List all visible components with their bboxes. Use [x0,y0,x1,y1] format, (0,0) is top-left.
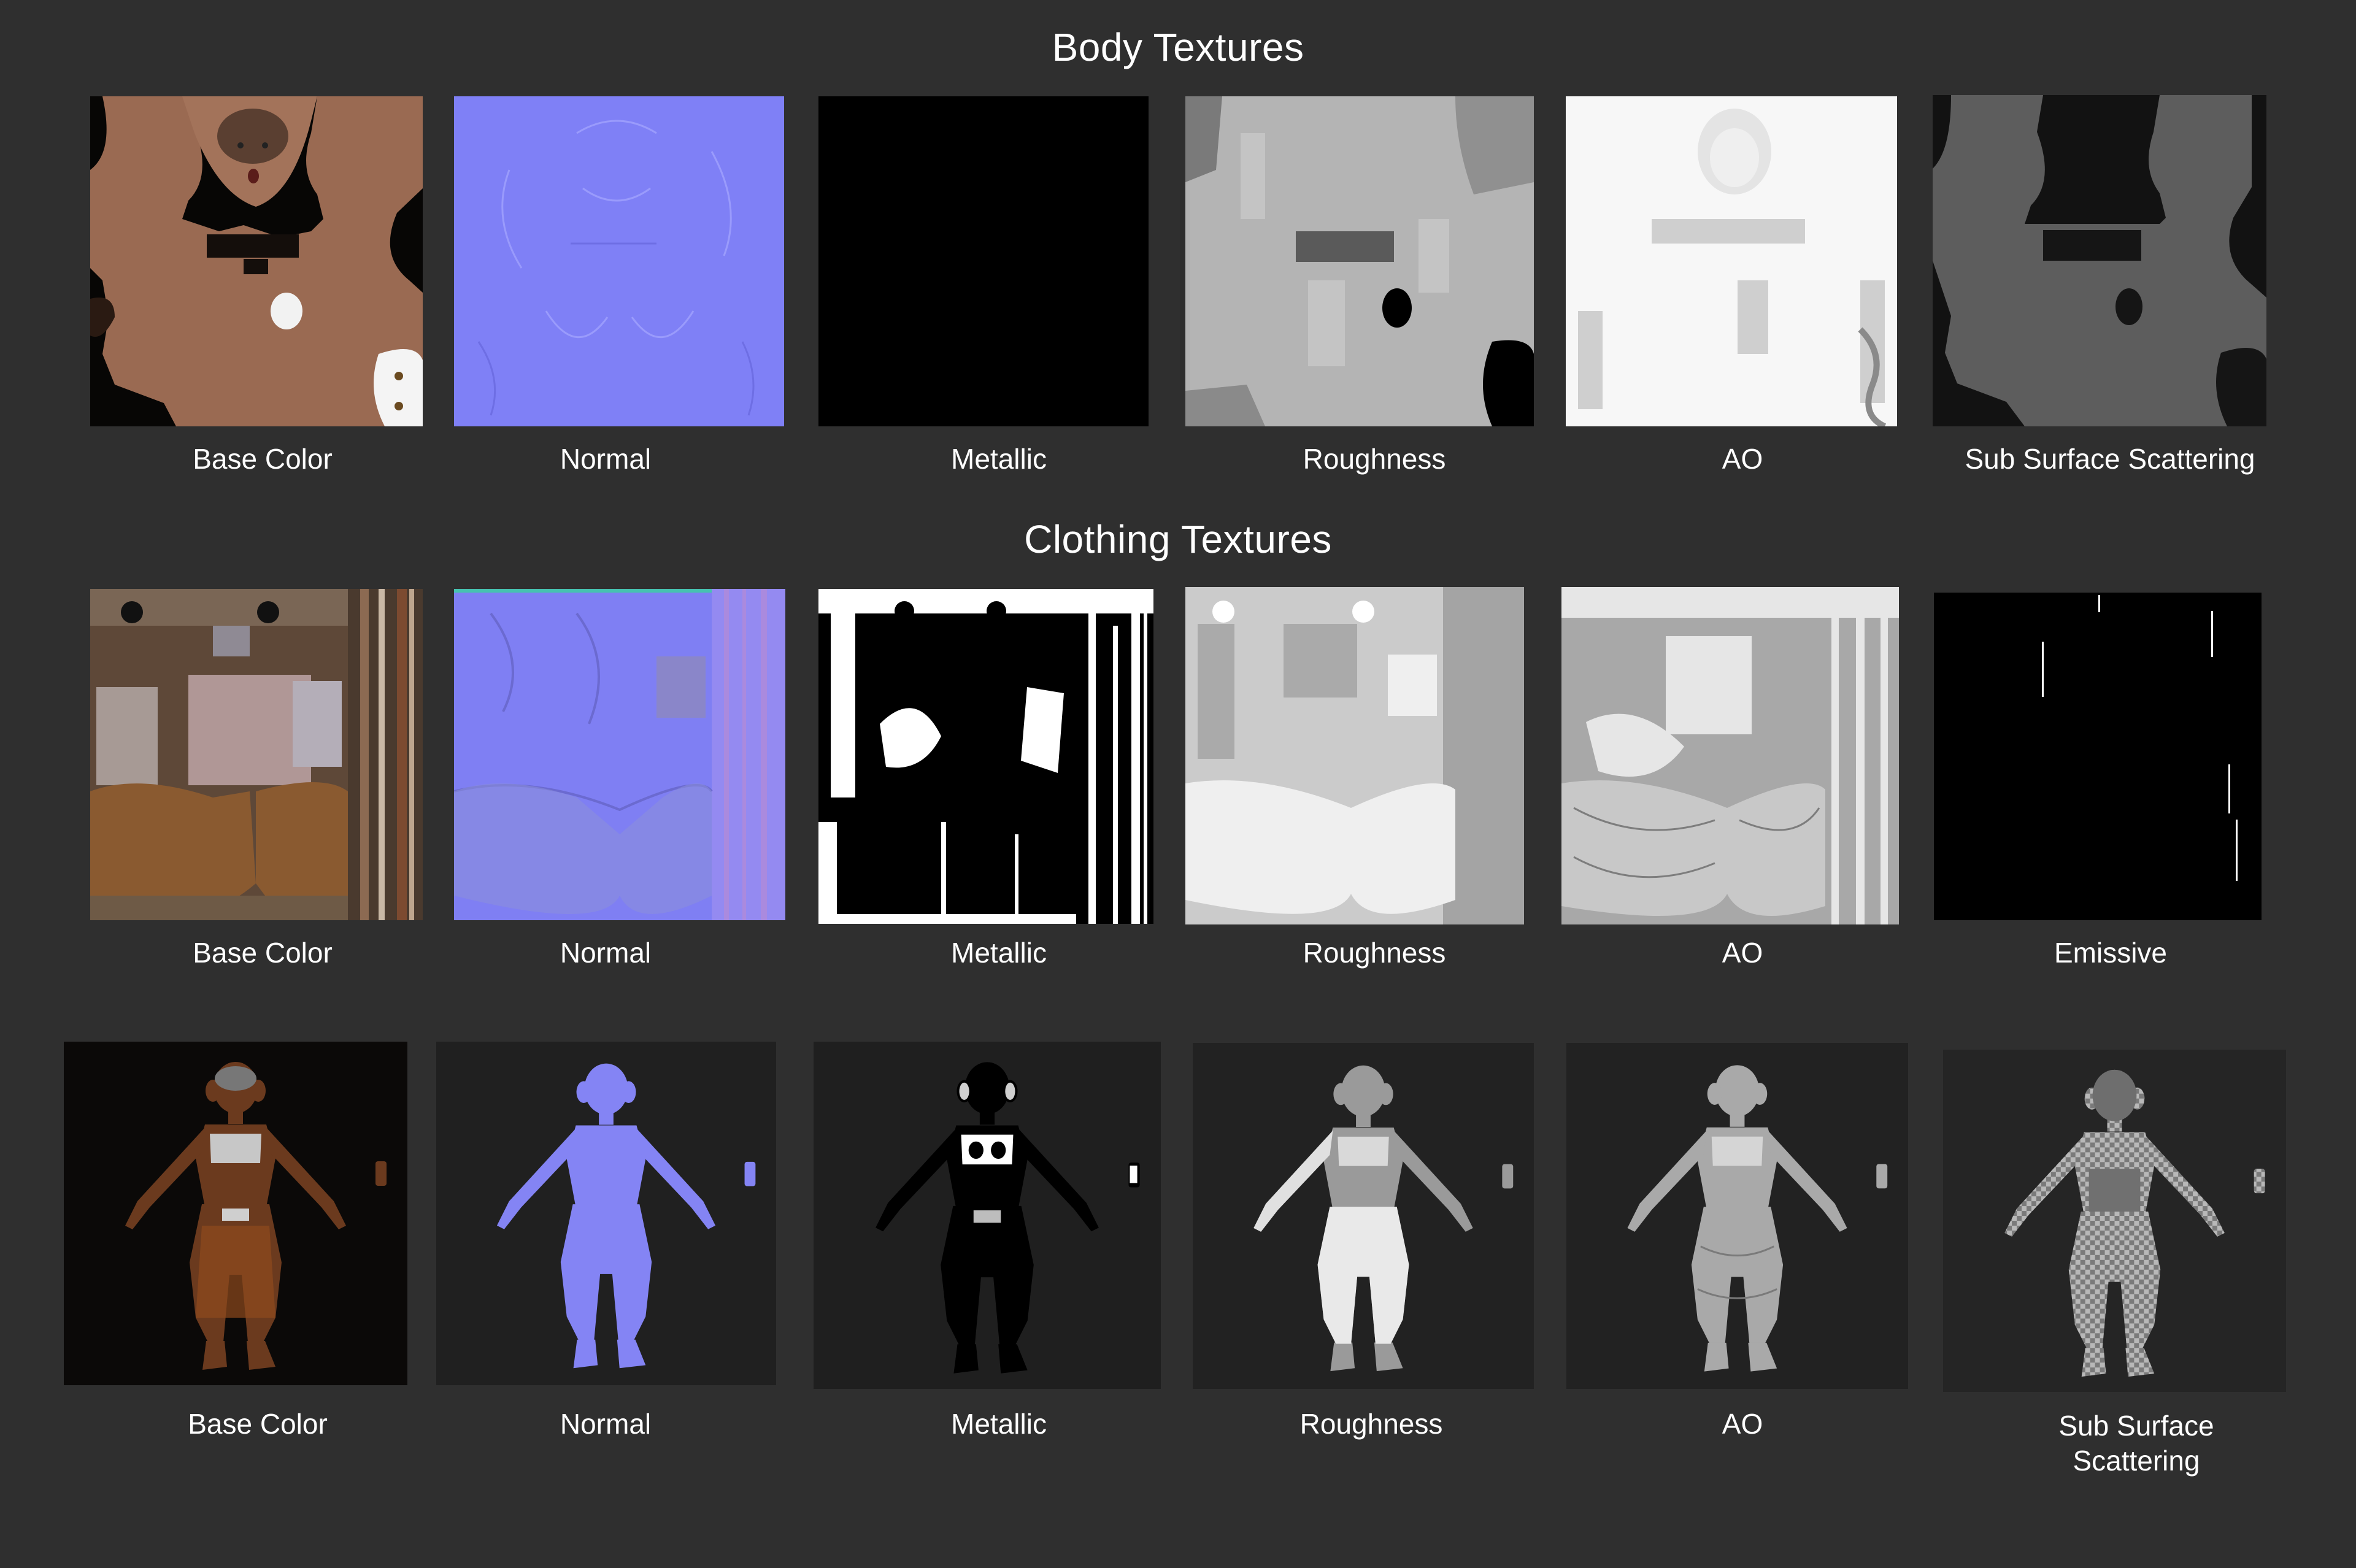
render-normal-thumbnail [436,1042,776,1385]
clothing-ao-label: AO [1722,937,1763,969]
body-sss-thumbnail [1933,95,2266,426]
body-roughness-label: Roughness [1303,443,1446,475]
clothing-base-color-label: Base Color [193,937,333,969]
clothing-textures-title: Clothing Textures [1024,517,1332,561]
render-sss-label-line2: Scattering [2073,1445,2200,1477]
body-base-color-thumbnail [90,96,423,426]
render-sss-thumbnail [1943,1050,2286,1392]
render-metallic-label: Metallic [951,1408,1047,1440]
clothing-metallic-label: Metallic [951,937,1047,969]
clothing-roughness-label: Roughness [1303,937,1446,969]
render-ao-thumbnail [1566,1043,1908,1389]
render-metallic-thumbnail [814,1042,1161,1389]
body-roughness-thumbnail [1185,96,1534,426]
render-base-color-label: Base Color [188,1408,328,1440]
body-normal-thumbnail [454,96,784,426]
body-sss-label: Sub Surface Scattering [1965,443,2255,475]
clothing-base-color-thumbnail [90,589,423,920]
body-textures-title: Body Textures [1052,25,1304,69]
clothing-normal-thumbnail [454,589,785,920]
body-metallic-thumbnail [818,96,1149,426]
render-base-color-thumbnail [64,1042,407,1385]
render-roughness-thumbnail [1193,1043,1534,1389]
body-ao-label: AO [1722,443,1763,475]
clothing-ao-thumbnail [1561,587,1899,924]
body-ao-thumbnail [1566,96,1897,426]
render-sss-label: Sub Surface Scattering [1946,1409,2327,1478]
clothing-normal-label: Normal [560,937,652,969]
clothing-metallic-thumbnail [818,589,1153,924]
clothing-emissive-label: Emissive [2054,937,2168,969]
render-sss-label-line1: Sub Surface [2058,1410,2214,1442]
clothing-emissive-thumbnail [1934,593,2262,920]
render-ao-label: AO [1722,1408,1763,1440]
body-metallic-label: Metallic [951,443,1047,475]
render-roughness-label: Roughness [1299,1408,1443,1440]
render-normal-label: Normal [560,1408,652,1440]
body-normal-label: Normal [560,443,652,475]
body-base-color-label: Base Color [193,443,333,475]
clothing-roughness-thumbnail [1185,587,1524,924]
